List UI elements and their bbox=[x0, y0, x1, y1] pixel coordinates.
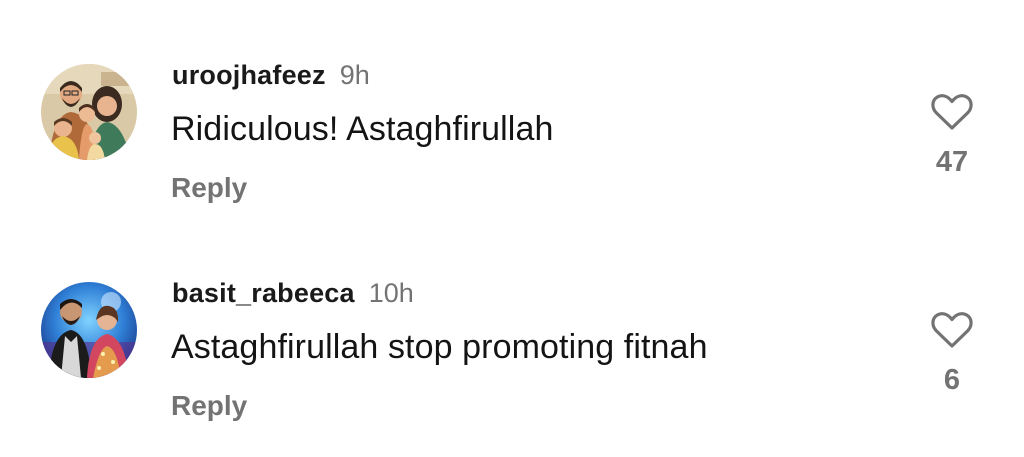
avatar[interactable] bbox=[41, 64, 137, 160]
like-control: 47 bbox=[922, 92, 982, 179]
comment-meta: basit_rabeeca 10h bbox=[172, 278, 414, 314]
comment-item: basit_rabeeca 10h Astaghfirullah stop pro… bbox=[0, 278, 1024, 438]
comment-item: uroojhafeez 9h Ridiculous! Astaghfirullah… bbox=[0, 60, 1024, 220]
username[interactable]: basit_rabeeca bbox=[172, 278, 355, 308]
like-count: 6 bbox=[943, 364, 961, 396]
comment-text: Ridiculous! Astaghfirullah bbox=[171, 110, 554, 148]
timestamp: 10h bbox=[368, 278, 414, 308]
comment-text: Astaghfirullah stop promoting fitnah bbox=[171, 328, 708, 366]
heart-outline-icon[interactable] bbox=[930, 310, 974, 350]
comment-meta: uroojhafeez 9h bbox=[172, 60, 370, 96]
like-control: 6 bbox=[922, 310, 982, 397]
username[interactable]: uroojhafeez bbox=[172, 60, 326, 90]
timestamp: 9h bbox=[339, 60, 370, 90]
avatar[interactable] bbox=[41, 282, 137, 378]
heart-outline-icon[interactable] bbox=[930, 92, 974, 132]
family-illustration-avatar-icon bbox=[41, 64, 137, 160]
couple-photo-avatar-icon bbox=[41, 282, 137, 378]
like-count: 47 bbox=[935, 146, 969, 178]
reply-button[interactable]: Reply bbox=[171, 172, 247, 204]
reply-button[interactable]: Reply bbox=[171, 390, 247, 422]
